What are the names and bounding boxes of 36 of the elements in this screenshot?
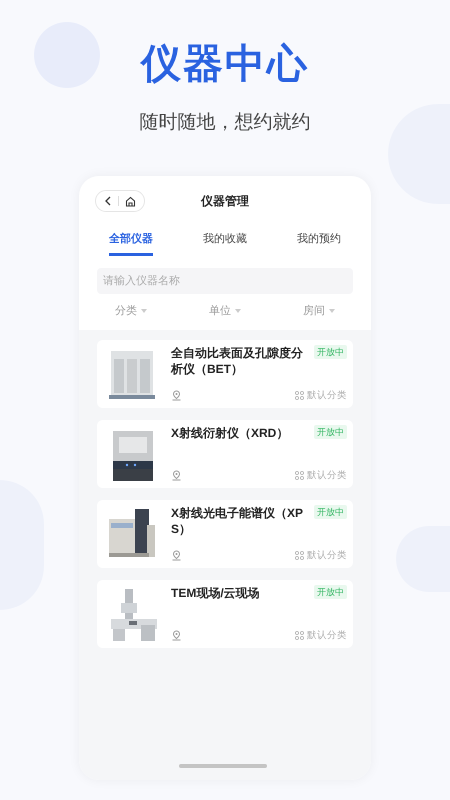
page-title: 仪器管理 bbox=[201, 193, 249, 210]
grid-icon bbox=[295, 551, 304, 560]
category-label: 默认分类 bbox=[307, 468, 347, 483]
instrument-card[interactable]: X射线衍射仪（XRD） 开放中 默认分类 bbox=[97, 420, 353, 488]
status-badge: 开放中 bbox=[314, 585, 347, 599]
home-icon[interactable] bbox=[125, 196, 136, 206]
location-icon bbox=[171, 470, 182, 482]
caret-icon bbox=[329, 309, 335, 313]
instrument-card[interactable]: TEM现场/云现场 开放中 默认分类 bbox=[97, 580, 353, 648]
category-label: 默认分类 bbox=[307, 548, 347, 563]
hero-title: 仪器中心 bbox=[141, 41, 309, 88]
category-label: 默认分类 bbox=[307, 388, 347, 403]
instrument-card[interactable]: 全自动比表面及孔隙度分析仪（BET） 开放中 默认分类 bbox=[97, 340, 353, 408]
grid-icon bbox=[295, 631, 304, 640]
category-label: 默认分类 bbox=[307, 628, 347, 643]
grid-icon bbox=[295, 391, 304, 400]
caret-icon bbox=[235, 309, 241, 313]
back-icon[interactable] bbox=[104, 196, 112, 206]
status-badge: 开放中 bbox=[314, 425, 347, 439]
instrument-name: 全自动比表面及孔隙度分析仪（BET） bbox=[171, 345, 304, 377]
instrument-card[interactable]: X射线光电子能谱仪（XPS） 开放中 默认分类 bbox=[97, 500, 353, 568]
instrument-name: TEM现场/云现场 bbox=[171, 585, 261, 601]
grid-icon bbox=[295, 471, 304, 480]
tab[interactable]: 我的收藏 bbox=[203, 226, 247, 256]
tab[interactable]: 全部仪器 bbox=[109, 226, 153, 256]
instrument-name: X射线衍射仪（XRD） bbox=[171, 425, 290, 441]
status-badge: 开放中 bbox=[314, 505, 347, 519]
tab[interactable]: 我的预约 bbox=[297, 226, 341, 256]
location-icon bbox=[171, 630, 182, 642]
instrument-name: X射线光电子能谱仪（XPS） bbox=[171, 505, 304, 537]
location-icon bbox=[171, 390, 182, 402]
search-field[interactable]: 请输入仪器名称 bbox=[97, 268, 353, 294]
hero-subtitle: 随时随地，想约就约 bbox=[140, 111, 310, 135]
location-icon bbox=[171, 550, 182, 562]
status-badge: 开放中 bbox=[314, 345, 347, 359]
caret-icon bbox=[141, 309, 147, 313]
